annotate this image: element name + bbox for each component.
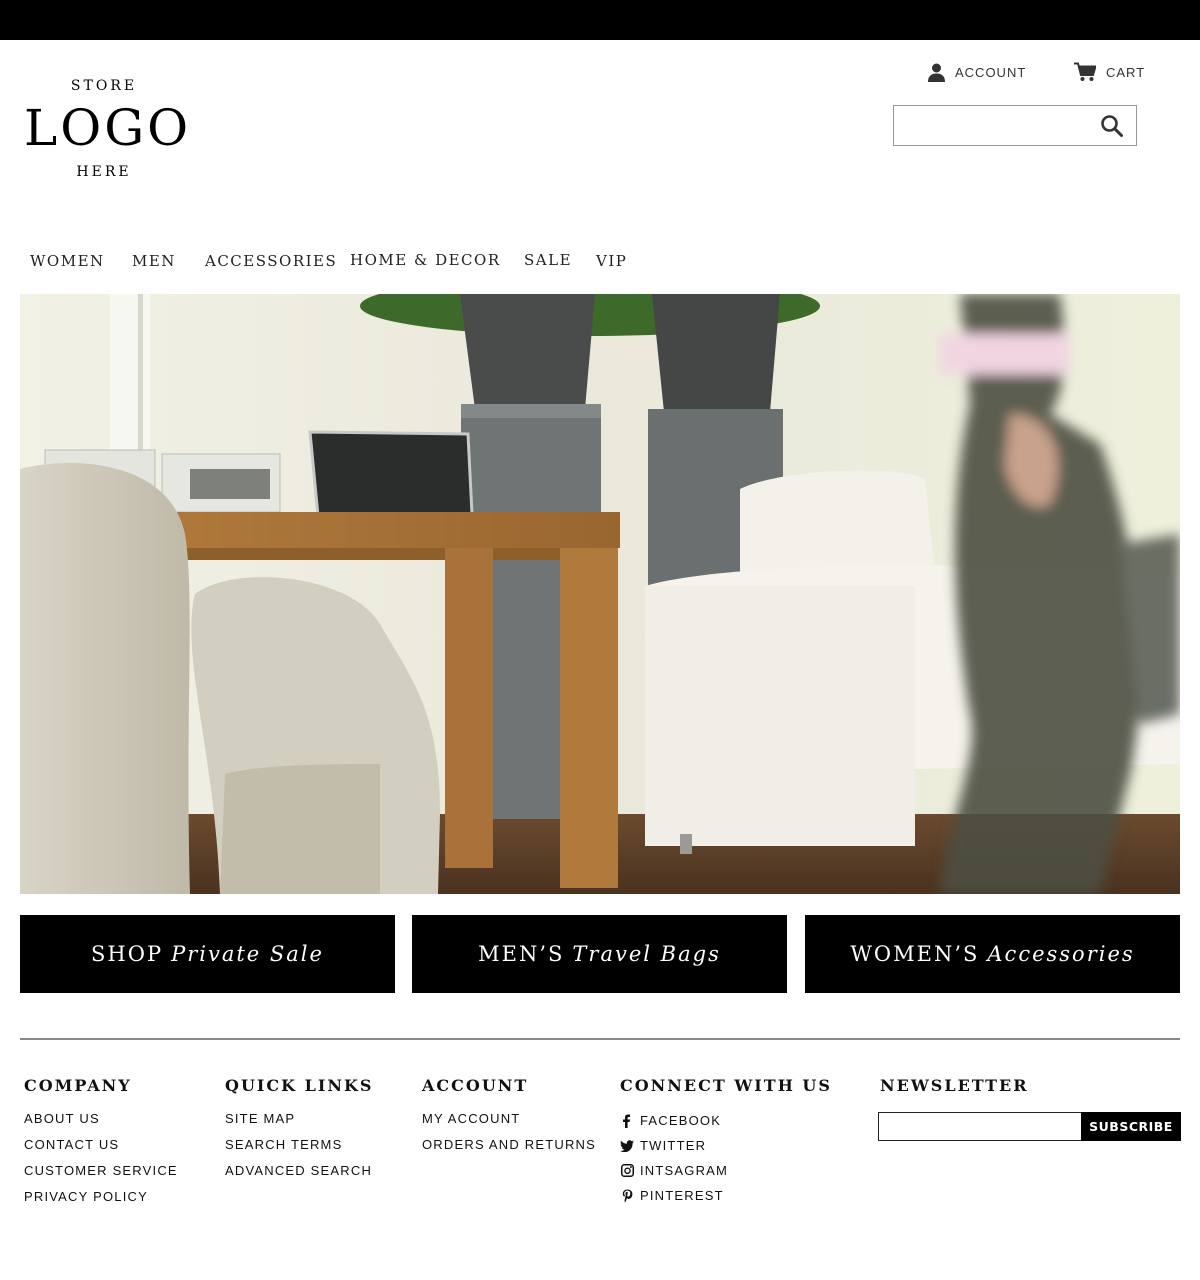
top-bar [0, 0, 1200, 40]
nav-item-home-decor[interactable]: HOME & DECOR [350, 251, 501, 269]
cart-link[interactable]: CART [1074, 60, 1145, 84]
footer-connect-column: CONNECT WITH US FACEBOOK TWITTER INTSAGR… [620, 1076, 832, 1208]
instagram-icon [620, 1164, 634, 1178]
social-label: FACEBOOK [640, 1113, 722, 1128]
hero-image[interactable] [20, 294, 1180, 894]
pinterest-icon [620, 1189, 634, 1203]
footer-quick-links-title: QUICK LINKS [225, 1076, 374, 1095]
promo-accessories-button[interactable]: WOMEN’S Accessories [805, 915, 1180, 993]
footer-link-privacy-policy[interactable]: PRIVACY POLICY [24, 1184, 178, 1210]
nav-item-women[interactable]: WOMEN [30, 252, 105, 270]
social-label: PINTEREST [640, 1188, 724, 1203]
footer-newsletter-column: NEWSLETTER [880, 1076, 1029, 1098]
footer-account-column: ACCOUNT MY ACCOUNT ORDERS AND RETURNS [422, 1076, 596, 1158]
twitter-icon [620, 1139, 634, 1153]
footer-link-search-terms[interactable]: SEARCH TERMS [225, 1132, 373, 1158]
nav-item-men[interactable]: MEN [132, 252, 176, 270]
footer-newsletter-title: NEWSLETTER [880, 1076, 1029, 1095]
nav-item-sale[interactable]: SALE [524, 251, 572, 269]
account-link[interactable]: ACCOUNT [928, 60, 1026, 84]
promo-travel-bags-button[interactable]: MEN’S Travel Bags [412, 915, 787, 993]
footer-company-title: COMPANY [24, 1076, 132, 1095]
promo-private-sale-button[interactable]: SHOP Private Sale [20, 915, 395, 993]
footer-connect-title: CONNECT WITH US [620, 1076, 832, 1095]
promo-italic-label: Travel Bags [572, 942, 721, 966]
social-link-twitter[interactable]: TWITTER [620, 1133, 832, 1158]
promo-label: SHOP [91, 942, 164, 966]
footer-link-customer-service[interactable]: CUSTOMER SERVICE [24, 1158, 178, 1184]
footer-link-advanced-search[interactable]: ADVANCED SEARCH [225, 1158, 373, 1184]
logo-main-text: LOGO [24, 99, 192, 157]
footer-link-my-account[interactable]: MY ACCOUNT [422, 1106, 596, 1132]
footer-link-about-us[interactable]: ABOUT US [24, 1106, 178, 1132]
footer-link-contact-us[interactable]: CONTACT US [24, 1132, 178, 1158]
cart-label: CART [1106, 64, 1146, 80]
social-link-instagram[interactable]: INTSAGRAM [620, 1158, 832, 1183]
newsletter-email-input[interactable] [878, 1112, 1083, 1141]
social-label: INTSAGRAM [640, 1163, 729, 1178]
nav-item-vip[interactable]: VIP [596, 252, 627, 270]
footer-quick-links-column: QUICK LINKS SITE MAP SEARCH TERMS ADVANC… [225, 1076, 373, 1184]
cart-icon [1074, 62, 1096, 81]
facebook-icon [620, 1114, 634, 1128]
promo-label: MEN’S [478, 942, 565, 966]
social-label: TWITTER [640, 1138, 707, 1153]
footer-link-orders-and-returns[interactable]: ORDERS AND RETURNS [422, 1132, 596, 1158]
logo-top-text: STORE [70, 78, 138, 94]
promo-italic-label: Private Sale [171, 942, 324, 966]
store-logo[interactable]: STORE LOGO HERE [24, 78, 192, 180]
footer-divider [20, 1038, 1180, 1040]
account-label: ACCOUNT [955, 64, 1027, 80]
search-input[interactable] [894, 106, 1094, 145]
footer-link-site-map[interactable]: SITE MAP [225, 1106, 373, 1132]
footer-company-column: COMPANY ABOUT US CONTACT US CUSTOMER SER… [24, 1076, 178, 1210]
promo-italic-label: Accessories [987, 942, 1135, 966]
user-icon [928, 63, 945, 82]
search-box [893, 105, 1137, 146]
search-icon [1101, 115, 1123, 137]
social-link-pinterest[interactable]: PINTEREST [620, 1183, 832, 1208]
promo-label: WOMEN’S [850, 942, 980, 966]
social-link-facebook[interactable]: FACEBOOK [620, 1108, 832, 1133]
subscribe-button[interactable]: SUBSCRIBE [1081, 1112, 1181, 1141]
search-button[interactable] [1100, 114, 1124, 138]
logo-bottom-text: HERE [76, 164, 132, 180]
footer-account-title: ACCOUNT [422, 1076, 529, 1095]
nav-item-accessories[interactable]: ACCESSORIES [205, 252, 337, 270]
interior-photo [20, 294, 1180, 894]
